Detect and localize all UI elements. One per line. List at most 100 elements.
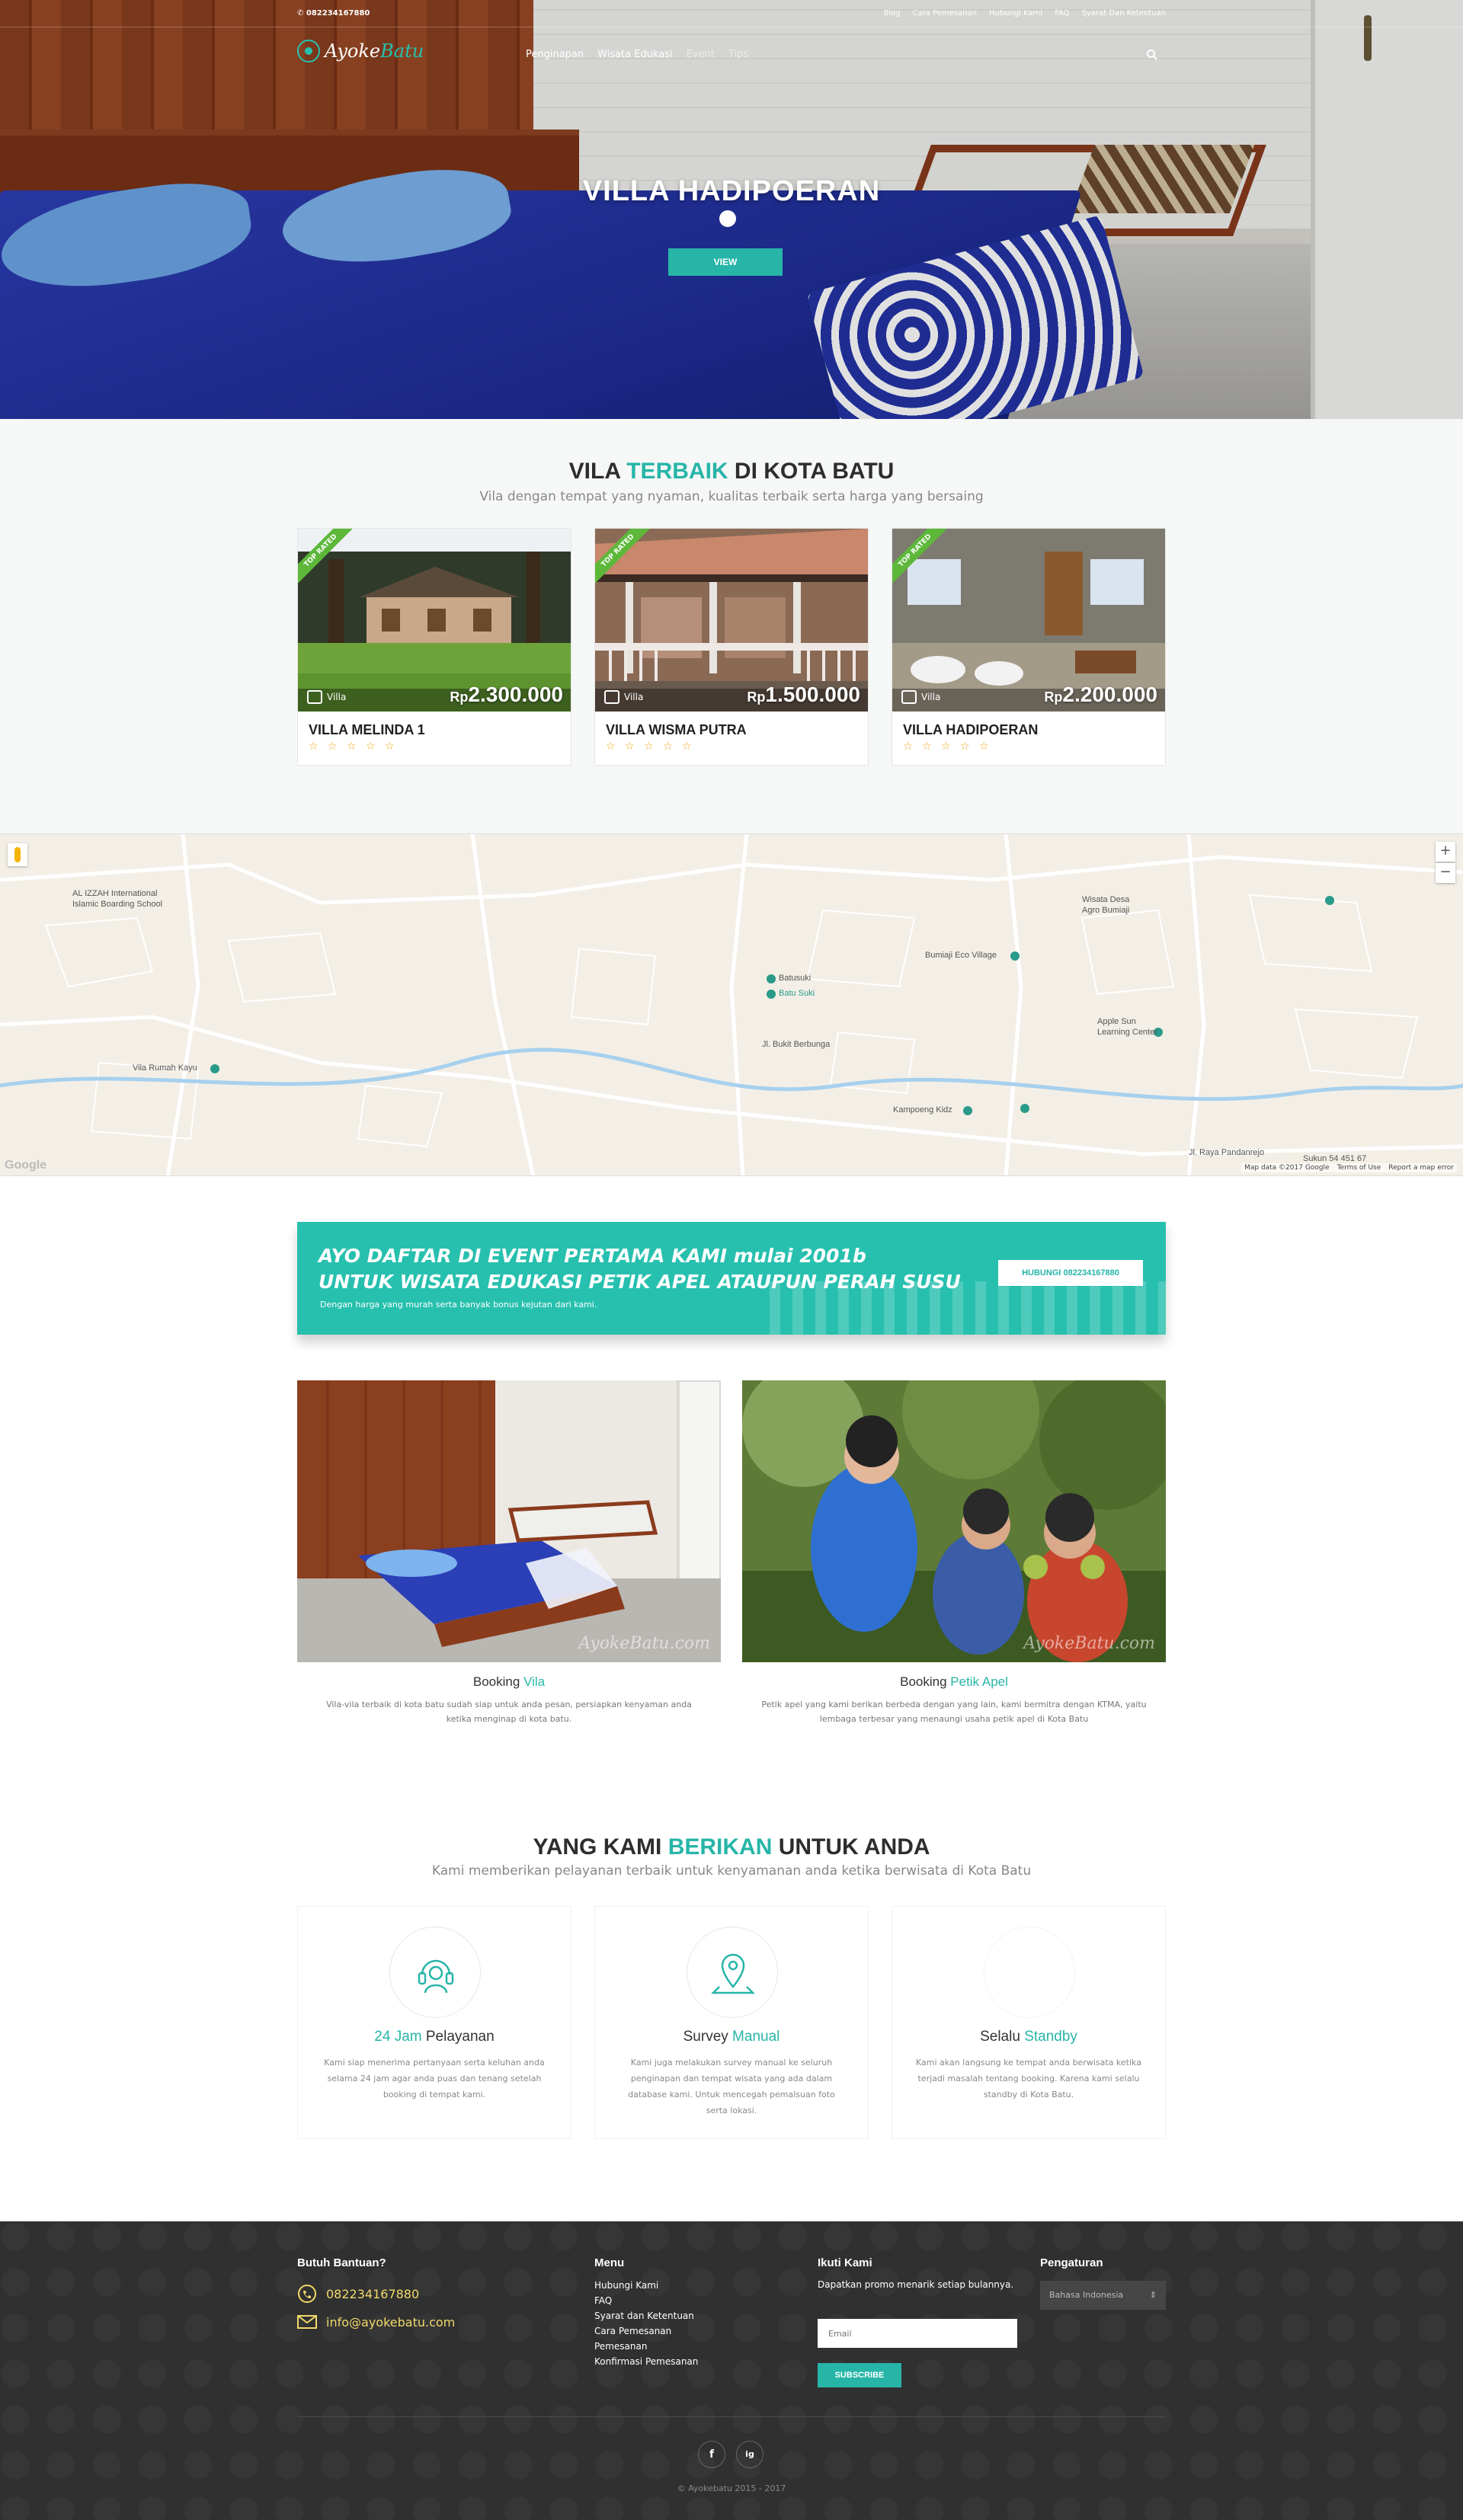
price-currency: Rp xyxy=(747,689,766,705)
map-label: Kampoeng Kidz xyxy=(893,1105,952,1114)
villa-card[interactable]: TOP RATED Villa Rp2.300.000 VILLA MELIND… xyxy=(297,528,571,766)
footer-link-faq[interactable]: FAQ xyxy=(594,2293,698,2308)
footer-help-title: Butuh Bantuan? xyxy=(297,2256,386,2269)
service-icon-circle xyxy=(389,1927,481,2018)
menu-item-wisata-edukasi[interactable]: Wisata Edukasi xyxy=(597,49,672,60)
services-section-subtitle: Kami memberikan pelayanan terbaik untuk … xyxy=(431,1863,1032,1879)
map-label: Agro Bumiaji xyxy=(1082,906,1130,915)
map-label: Islamic Boarding School xyxy=(72,900,163,909)
booking-vila-title[interactable]: Booking Vila xyxy=(297,1674,721,1690)
service-desc: Kami juga melakukan survey manual ke sel… xyxy=(628,2058,835,2115)
watermark: AyokeBatu.com xyxy=(1023,1634,1155,1653)
map-terms-link[interactable]: Terms of Use xyxy=(1337,1164,1381,1172)
footer-link-hubungi-kami[interactable]: Hubungi Kami xyxy=(594,2278,698,2293)
map-zoom-in-button[interactable]: + xyxy=(1436,842,1455,862)
service-title-part: Survey xyxy=(683,2029,733,2045)
logo[interactable]: AyokeBatu xyxy=(297,40,424,62)
villa-name[interactable]: VILLA WISMA PUTRA xyxy=(606,722,747,738)
map-label: Batu Suki xyxy=(779,989,815,998)
hero-view-button[interactable]: VIEW xyxy=(668,248,783,276)
menu-item-tips[interactable]: Tips xyxy=(728,49,748,60)
menu-item-event[interactable]: Event xyxy=(687,49,715,60)
booking-petik-apel-title[interactable]: Booking Petik Apel xyxy=(742,1674,1166,1690)
map-zoom-out-button[interactable]: − xyxy=(1436,863,1455,883)
footer-link-konfirmasi[interactable]: Konfirmasi Pemesanan xyxy=(594,2354,698,2369)
toplink-syarat[interactable]: Syarat Dan Ketentuan xyxy=(1082,9,1166,18)
villa-type: Villa xyxy=(901,690,940,704)
star-rating: ☆ ☆ ☆ ☆ ☆ xyxy=(903,740,992,753)
booking-petik-apel-image[interactable]: AyokeBatu.com xyxy=(742,1380,1166,1662)
service-card: Survey Manual Kami juga melakukan survey… xyxy=(594,1906,869,2139)
booking-title-text: Booking xyxy=(900,1674,951,1689)
footer-phone[interactable]: 082234167880 xyxy=(297,2284,419,2304)
villa-card[interactable]: TOP RATED Villa Rp1.500.000 VILLA WISMA … xyxy=(594,528,869,766)
service-card: Selalu Standby Kami akan langsung ke tem… xyxy=(892,1906,1166,2139)
instagram-icon[interactable]: ig xyxy=(736,2441,764,2468)
villa-type: Villa xyxy=(307,690,346,704)
topbar-phone[interactable]: ✆ 082234167880 xyxy=(297,9,370,18)
footer-link-syarat[interactable]: Syarat dan Ketentuan xyxy=(594,2308,698,2323)
map-label: Vila Rumah Kayu xyxy=(133,1063,197,1073)
villa-name[interactable]: VILLA HADIPOERAN xyxy=(903,722,1038,738)
booking-petik-apel-desc: Petik apel yang kami berikan berbeda den… xyxy=(761,1700,1147,1724)
villa-price: Rp2.300.000 xyxy=(450,683,563,707)
villa-card-image[interactable]: TOP RATED Villa Rp2.300.000 xyxy=(298,529,571,712)
map-report-link[interactable]: Report a map error xyxy=(1388,1164,1454,1172)
facebook-icon[interactable]: f xyxy=(698,2441,725,2468)
search-icon[interactable] xyxy=(1146,49,1158,61)
banner-subtext: Dengan harga yang murah serta banyak bon… xyxy=(320,1300,597,1310)
footer-email-address: info@ayokebatu.com xyxy=(326,2314,456,2330)
logo-text-right: Batu xyxy=(380,40,424,62)
map-attribution: Map data ©2017 Google Terms of Use Repor… xyxy=(1241,1163,1457,1172)
villa-price: Rp1.500.000 xyxy=(747,683,860,707)
map-label: Jl. Raya Pandanrejo xyxy=(1189,1148,1265,1157)
star-rating: ☆ ☆ ☆ ☆ ☆ xyxy=(309,740,398,753)
main-nav: AyokeBatu Penginapan Wisata Edukasi Even… xyxy=(0,27,1463,84)
newsletter-email-input[interactable] xyxy=(818,2319,1017,2348)
menu-item-penginapan[interactable]: Penginapan xyxy=(526,49,584,60)
google-map[interactable]: + − AL IZZAH International Islamic Board… xyxy=(0,833,1463,1176)
street-view-pegman-icon[interactable] xyxy=(8,843,27,866)
toplink-blog[interactable]: Blog xyxy=(883,9,900,18)
villa-card-image[interactable]: TOP RATED Villa Rp1.500.000 xyxy=(595,529,868,712)
villa-name[interactable]: VILLA MELINDA 1 xyxy=(309,722,425,738)
villa-card[interactable]: TOP RATED Villa Rp2.200.000 VILLA HADIPO… xyxy=(892,528,1166,766)
villa-section-title: VILA TERBAIK DI KOTA BATU xyxy=(0,459,1463,484)
main-menu: Penginapan Wisata Edukasi Event Tips xyxy=(526,49,748,60)
language-selected: Bahasa Indonesia xyxy=(1049,2290,1124,2300)
language-select[interactable]: Bahasa Indonesia ⇕ xyxy=(1040,2281,1166,2310)
service-title-part: Pelayanan xyxy=(421,2029,495,2045)
banner-contact-button[interactable]: HUBUNGI 082234167880 xyxy=(998,1260,1143,1286)
toplink-cara-pemesanan[interactable]: Cara Pemesanan xyxy=(913,9,977,18)
service-card: 24 Jam Pelayanan Kami siap menerima pert… xyxy=(297,1906,571,2139)
service-title-highlight: Manual xyxy=(732,2029,780,2045)
service-desc: Kami siap menerima pertanyaan serta kelu… xyxy=(324,2058,545,2099)
toplink-hubungi-kami[interactable]: Hubungi Kami xyxy=(989,9,1042,18)
subscribe-button[interactable]: SUBSCRIBE xyxy=(818,2363,901,2387)
villa-card-image[interactable]: TOP RATED Villa Rp2.200.000 xyxy=(892,529,1165,712)
toplink-faq[interactable]: FAQ xyxy=(1055,9,1069,18)
villa-section-subtitle: Vila dengan tempat yang nyaman, kualitas… xyxy=(479,489,984,504)
map-data-credit: Map data ©2017 Google xyxy=(1244,1164,1330,1172)
apple-picking-photo xyxy=(742,1380,1166,1662)
villa-title-part: DI KOTA BATU xyxy=(728,459,895,484)
footer-link-cara-pemesanan[interactable]: Cara Pemesanan xyxy=(594,2323,698,2339)
building-icon xyxy=(901,690,917,704)
booking-petik-apel: AyokeBatu.com Booking Petik Apel Petik a… xyxy=(742,1380,1166,1726)
slider-dot[interactable] xyxy=(719,210,736,227)
booking-vila-desc: Vila-vila terbaik di kota batu sudah sia… xyxy=(326,1700,692,1724)
service-title: 24 Jam Pelayanan xyxy=(298,2029,571,2045)
map-label: Sukun 54 451 67 xyxy=(1303,1154,1367,1163)
logo-text: AyokeBatu xyxy=(325,40,424,62)
price-currency: Rp xyxy=(1044,689,1063,705)
logo-icon xyxy=(297,40,320,62)
hero-title: VILLA HADIPOERAN xyxy=(582,175,881,207)
standby-icon xyxy=(984,1927,1075,2018)
topbar-phone-number: 082234167880 xyxy=(306,9,370,18)
booking-title-highlight: Petik Apel xyxy=(950,1674,1008,1689)
footer-email[interactable]: info@ayokebatu.com xyxy=(297,2314,455,2330)
footer-follow-title: Ikuti Kami xyxy=(818,2256,872,2269)
services-title-highlight: BERIKAN xyxy=(667,1834,773,1860)
booking-vila-image[interactable]: AyokeBatu.com xyxy=(297,1380,721,1662)
footer-link-pemesanan[interactable]: Pemesanan xyxy=(594,2339,698,2354)
